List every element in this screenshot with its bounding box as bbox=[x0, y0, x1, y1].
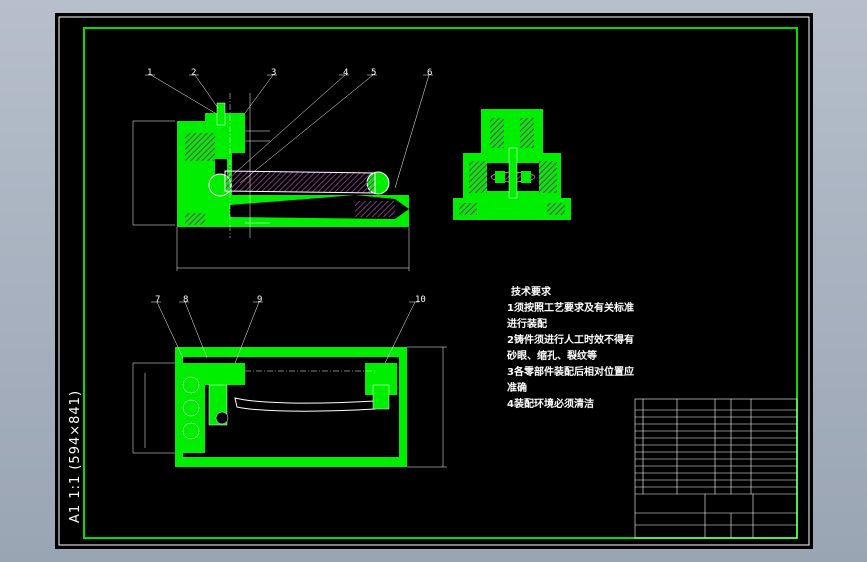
balloon-4: 4 bbox=[343, 68, 349, 78]
drawing-canvas[interactable]: 1 2 3 4 5 6 7 8 9 10 技术要求 1须按照工艺要求及有关标准 … bbox=[55, 13, 813, 549]
balloon-7: 7 bbox=[155, 295, 161, 305]
balloon-10: 10 bbox=[415, 295, 426, 305]
balloon-5: 5 bbox=[371, 68, 377, 78]
tech-title: 技术要求 bbox=[511, 287, 551, 298]
balloon-2: 2 bbox=[191, 68, 197, 78]
tech-line-5: 3各零部件装配后相对位置应 bbox=[507, 367, 634, 378]
cad-viewport: 1 2 3 4 5 6 7 8 9 10 技术要求 1须按照工艺要求及有关标准 … bbox=[0, 0, 867, 562]
drawing-svg bbox=[58, 16, 810, 546]
front-view bbox=[132, 74, 433, 271]
sheet-size-label: A1 1:1 (594×841) bbox=[68, 389, 83, 523]
tech-line-2: 进行装配 bbox=[507, 319, 547, 330]
tech-requirements: 技术要求 1须按照工艺要求及有关标准 进行装配 2铸件须进行人工时效不得有 砂眼… bbox=[507, 285, 634, 413]
tech-line-4: 砂眼、缩孔、裂纹等 bbox=[507, 351, 597, 362]
tech-line-3: 2铸件须进行人工时效不得有 bbox=[507, 335, 634, 346]
side-view bbox=[453, 109, 571, 220]
tech-line-1: 1须按照工艺要求及有关标准 bbox=[507, 303, 634, 314]
title-block bbox=[634, 398, 798, 539]
balloon-3: 3 bbox=[271, 68, 277, 78]
top-view bbox=[132, 301, 447, 468]
tech-line-7: 4装配环境必须清洁 bbox=[507, 399, 594, 410]
balloon-8: 8 bbox=[183, 295, 189, 305]
balloon-6: 6 bbox=[427, 68, 433, 78]
balloon-9: 9 bbox=[257, 295, 263, 305]
tech-line-6: 准确 bbox=[507, 383, 527, 394]
balloon-1: 1 bbox=[147, 68, 153, 78]
